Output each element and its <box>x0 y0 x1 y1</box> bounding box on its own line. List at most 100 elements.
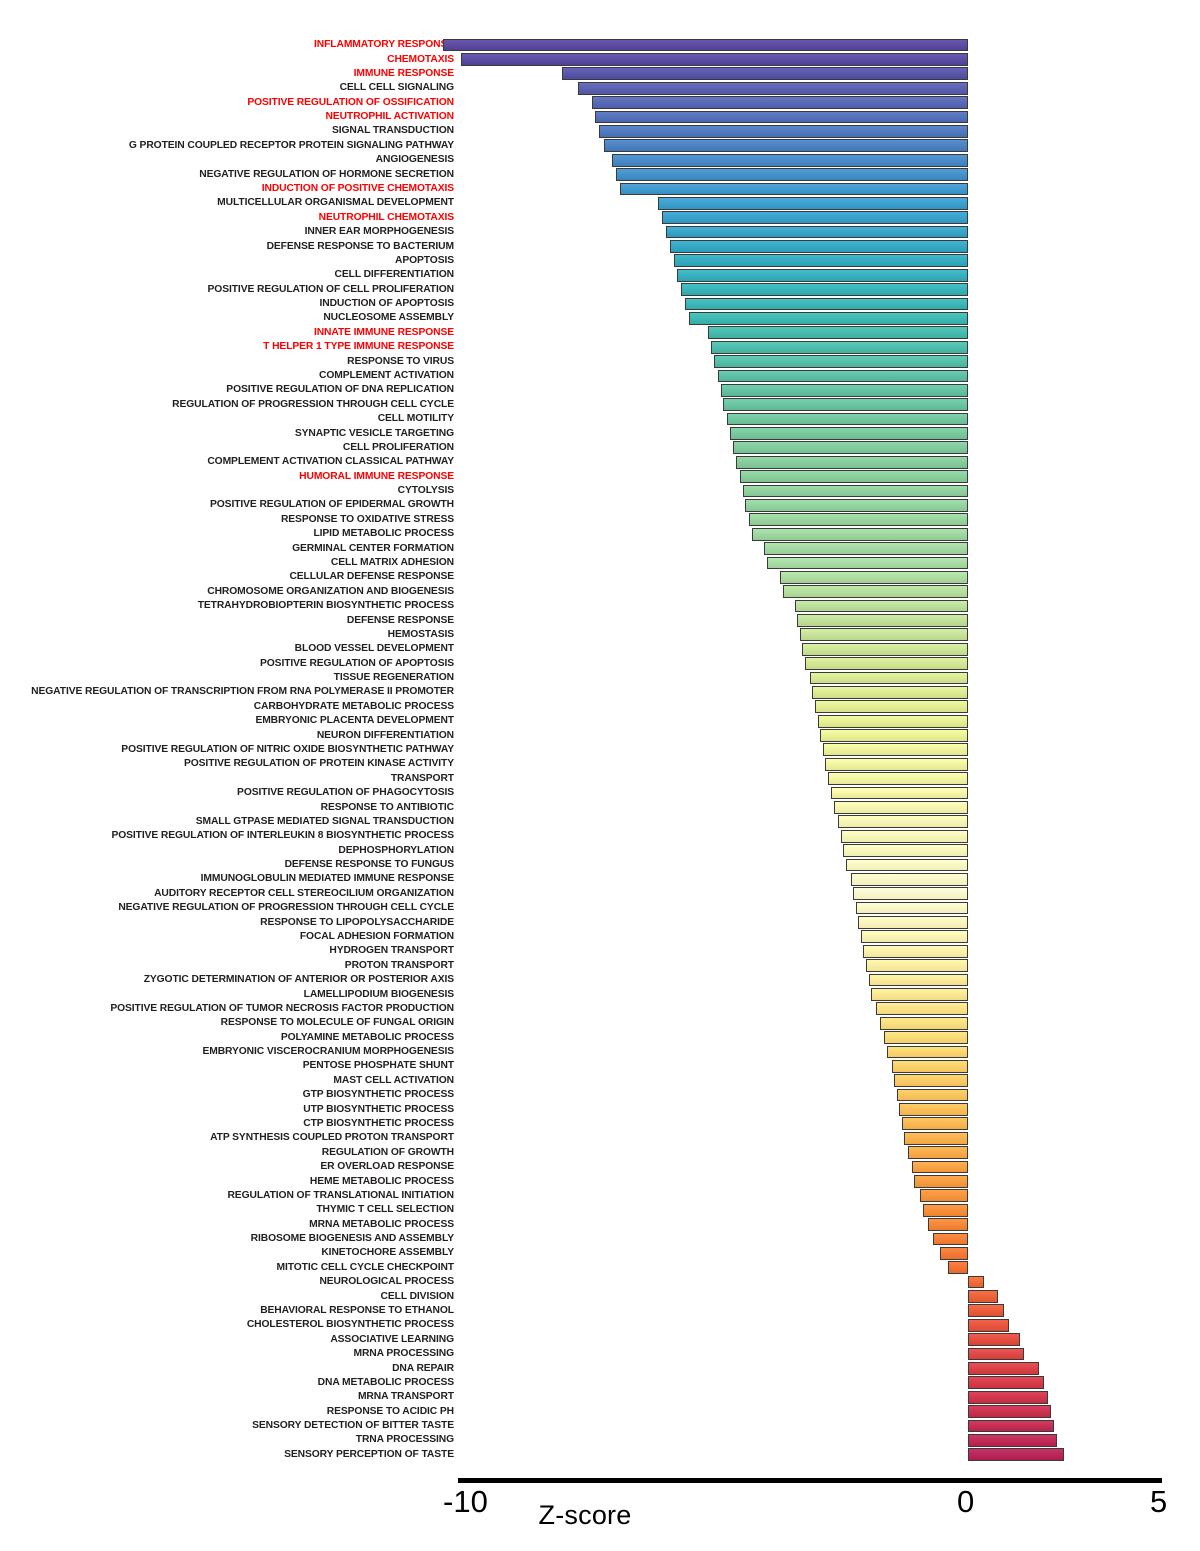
chart-row: POSITIVE REGULATION OF PHAGOCYTOSIS <box>0 786 1200 800</box>
bar <box>730 427 968 440</box>
category-label: TETRAHYDROBIOPTERIN BIOSYNTHETIC PROCESS <box>197 600 454 612</box>
bar <box>662 211 968 225</box>
chart-row: RESPONSE TO VIRUS <box>0 354 1200 368</box>
category-label: THYMIC T CELL SELECTION <box>316 1204 454 1216</box>
chart-row: COMPLEMENT ACTIVATION <box>0 369 1200 383</box>
chart-row: TRANSPORT <box>0 772 1200 786</box>
category-label: CELL MOTILITY <box>377 413 454 425</box>
chart-row: APOPTOSIS <box>0 254 1200 268</box>
bar <box>620 182 968 196</box>
category-label: ASSOCIATIVE LEARNING <box>330 1333 454 1345</box>
category-label: CELL DIVISION <box>380 1290 455 1302</box>
chart-row: RESPONSE TO MOLECULE OF FUNGAL ORIGIN <box>0 1016 1200 1030</box>
chart-row: NEGATIVE REGULATION OF PROGRESSION THROU… <box>0 901 1200 915</box>
category-label: INNATE IMMUNE RESPONSE <box>313 326 454 338</box>
chart-row: MRNA PROCESSING <box>0 1347 1200 1361</box>
bar <box>837 815 968 829</box>
category-label: NEGATIVE REGULATION OF HORMONE SECRETION <box>199 168 454 180</box>
chart-row: MRNA METABOLIC PROCESS <box>0 1217 1200 1231</box>
z-score-bar-chart: INFLAMMATORY RESPONSE CHEMOTAXIS IMMUNE RE… <box>0 0 1200 1551</box>
category-label: REGULATION OF PROGRESSION THROUGH CELL C… <box>172 398 454 410</box>
chart-row: HUMORAL IMMUNE RESPONSE <box>0 470 1200 484</box>
category-label: APOPTOSIS <box>395 254 454 266</box>
bar <box>845 858 968 872</box>
category-label: ZYGOTIC DETERMINATION OF ANTERIOR OR POS… <box>143 973 454 985</box>
chart-row: IMMUNOGLOBULIN MEDIATED IMMUNE RESPONSE <box>0 872 1200 886</box>
category-label: CARBOHYDRATE METABOLIC PROCESS <box>253 700 454 712</box>
chart-row: CTP BIOSYNTHETIC PROCESS <box>0 1117 1200 1131</box>
category-label: DEPHOSPHORYLATION <box>338 844 454 856</box>
chart-row: RIBOSOME BIOGENESIS AND ASSEMBLY <box>0 1232 1200 1246</box>
bar <box>914 1175 968 1188</box>
category-label: T HELPER 1 TYPE IMMUNE RESPONSE <box>263 341 454 353</box>
chart-row: DEPHOSPHORYLATION <box>0 843 1200 857</box>
bar <box>783 585 968 599</box>
bar <box>594 110 968 124</box>
category-label: SENSORY PERCEPTION OF TASTE <box>284 1448 454 1460</box>
bar <box>968 1376 1044 1390</box>
chart-row: HYDROGEN TRANSPORT <box>0 944 1200 958</box>
chart-row: EMBRYONIC PLACENTA DEVELOPMENT <box>0 714 1200 728</box>
category-label: COMPLEMENT ACTIVATION <box>319 369 454 381</box>
bar <box>911 1160 968 1174</box>
category-label: IMMUNOGLOBULIN MEDIATED IMMUNE RESPONSE <box>200 873 454 885</box>
category-label: POSITIVE REGULATION OF CELL PROLIFERATIO… <box>207 283 455 295</box>
bar <box>887 1045 968 1059</box>
category-label: SENSORY DETECTION OF BITTER TASTE <box>252 1419 454 1431</box>
chart-row: MITOTIC CELL CYCLE CHECKPOINT <box>0 1261 1200 1275</box>
category-label: CHEMOTAXIS <box>387 53 454 65</box>
chart-row: REGULATION OF TRANSLATIONAL INITIATION <box>0 1189 1200 1203</box>
bar <box>751 527 968 541</box>
category-label: EMBRYONIC PLACENTA DEVELOPMENT <box>255 715 454 727</box>
bar <box>460 53 968 66</box>
chart-row: ZYGOTIC DETERMINATION OF ANTERIOR OR POS… <box>0 973 1200 987</box>
bar <box>442 38 968 52</box>
chart-row: RESPONSE TO ANTIBIOTIC <box>0 800 1200 814</box>
bar <box>901 1117 968 1131</box>
category-label: POSITIVE REGULATION OF INTERLEUKIN 8 BIO… <box>111 830 454 842</box>
category-label: RESPONSE TO MOLECULE OF FUNGAL ORIGIN <box>220 1017 454 1029</box>
category-label: TRNA PROCESSING <box>355 1434 454 1446</box>
category-label: DEFENSE RESPONSE <box>346 614 454 626</box>
chart-row: EMBRYONIC VISCEROCRANIUM MORPHOGENESIS <box>0 1045 1200 1059</box>
bar <box>797 614 968 627</box>
category-label: POSITIVE REGULATION OF OSSIFICATION <box>247 96 454 108</box>
bar <box>840 829 968 843</box>
chart-row: POSITIVE REGULATION OF INTERLEUKIN 8 BIO… <box>0 829 1200 843</box>
bar <box>831 786 968 800</box>
bar <box>855 901 968 915</box>
chart-row: ATP SYNTHESIS COUPLED PROTON TRANSPORT <box>0 1131 1200 1145</box>
category-label: ER OVERLOAD RESPONSE <box>320 1160 454 1172</box>
chart-row: TRNA PROCESSING <box>0 1433 1200 1447</box>
category-label: DNA REPAIR <box>392 1362 454 1374</box>
chart-row: HEME METABOLIC PROCESS <box>0 1174 1200 1188</box>
bar <box>968 1275 985 1289</box>
chart-row: ER OVERLOAD RESPONSE <box>0 1160 1200 1174</box>
chart-row: NEURON DIFFERENTIATION <box>0 728 1200 742</box>
category-label: NEGATIVE REGULATION OF TRANSCRIPTION FRO… <box>31 686 454 698</box>
bar <box>825 757 968 771</box>
category-label: SYNAPTIC VESICLE TARGETING <box>294 427 454 439</box>
bar <box>907 1146 968 1160</box>
category-label: CHOLESTEROL BIOSYNTHETIC PROCESS <box>246 1319 454 1331</box>
bar <box>812 685 968 699</box>
chart-row: LAMELLIPODIUM BIOGENESIS <box>0 987 1200 1001</box>
chart-row: CELL PROLIFERATION <box>0 441 1200 455</box>
bar <box>822 743 968 757</box>
chart-row: NEGATIVE REGULATION OF TRANSCRIPTION FRO… <box>0 685 1200 699</box>
chart-row: LIPID METABOLIC PROCESS <box>0 527 1200 541</box>
chart-row: FOCAL ADHESION FORMATION <box>0 930 1200 944</box>
bar <box>827 772 968 786</box>
bar <box>681 283 968 296</box>
category-label: MITOTIC CELL CYCLE CHECKPOINT <box>276 1261 455 1273</box>
category-label: MULTICELLULAR ORGANISMAL DEVELOPMENT <box>217 197 454 209</box>
x-axis-title-text: Z-score <box>538 1500 632 1530</box>
bar <box>904 1131 968 1145</box>
bar <box>562 67 968 81</box>
chart-row: POLYAMINE METABOLIC PROCESS <box>0 1030 1200 1044</box>
category-label: NEUTROPHIL CHEMOTAXIS <box>318 211 454 223</box>
x-axis-line <box>458 1478 1162 1483</box>
bar <box>721 383 968 397</box>
category-label: INDUCTION OF POSITIVE CHEMOTAXIS <box>261 182 454 194</box>
chart-row: BEHAVIORAL RESPONSE TO ETHANOL <box>0 1304 1200 1318</box>
